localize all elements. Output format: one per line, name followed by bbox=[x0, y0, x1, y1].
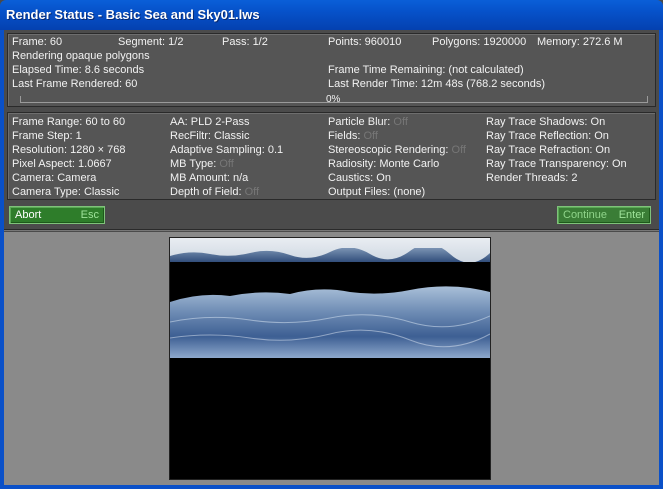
abort-shortcut: Esc bbox=[80, 209, 99, 221]
elapsed-time: Elapsed Time: 8.6 seconds bbox=[12, 64, 145, 76]
setting-aa: AA: PLD 2-Pass bbox=[170, 115, 283, 129]
setting-particle-blur-value: Off bbox=[393, 116, 408, 128]
setting-caustics-label: Caustics: On bbox=[328, 172, 391, 184]
render-horizon-sea bbox=[170, 248, 490, 262]
setting-depth-of-field-label: Depth of Field: bbox=[170, 186, 245, 198]
last-render-time: Last Render Time: 12m 48s (768.2 seconds… bbox=[328, 78, 546, 90]
points-readout: Points: 960010 bbox=[328, 36, 402, 48]
continue-button-label: Continue bbox=[563, 209, 608, 221]
setting-stereoscopic-label: Stereoscopic Rendering: bbox=[328, 144, 452, 156]
frame-time-remaining: Frame Time Remaining: (not calculated) bbox=[328, 64, 524, 76]
client-area: Frame: 60 Segment: 1/2 Pass: 1/2 Points:… bbox=[4, 30, 659, 485]
setting-depth-of-field-value: Off bbox=[244, 186, 260, 198]
setting-camera: Camera: Camera bbox=[12, 172, 97, 184]
last-frame-rendered: Last Frame Rendered: 60 bbox=[12, 78, 138, 90]
setting-adaptive-sampling-label: Adaptive Sampling: 0.1 bbox=[170, 144, 284, 156]
setting-camera-type: Camera Type: Classic bbox=[12, 186, 120, 198]
setting-fields-label: Fields: bbox=[328, 130, 364, 142]
setting-stereoscopic-value: Off bbox=[451, 144, 466, 156]
memory-readout: Memory: 272.6 M bbox=[537, 36, 623, 48]
setting-rt-shadows: Ray Trace Shadows: On bbox=[486, 116, 606, 128]
settings-column-2: AA: PLD 2-Pass RecFiltr: Classic Adaptiv… bbox=[170, 115, 283, 199]
abort-button-label: Abort bbox=[15, 209, 42, 221]
setting-mb-type-label: MB Type: bbox=[170, 158, 220, 170]
setting-resolution: Resolution: 1280 × 768 bbox=[12, 144, 126, 156]
setting-mb-type-value: Off bbox=[219, 158, 234, 170]
window-frame-right bbox=[659, 30, 663, 489]
setting-mb-type: MB Type: Off bbox=[170, 157, 283, 171]
setting-fields-value: Off bbox=[363, 130, 378, 142]
render-preview-image bbox=[169, 237, 491, 480]
polygons-readout: Polygons: 1920000 bbox=[432, 36, 527, 48]
frame-readout: Frame: 60 bbox=[12, 36, 63, 48]
settings-column-1: Frame Range: 60 to 60 Frame Step: 1 Reso… bbox=[12, 115, 125, 199]
setting-mb-amount-label: MB Amount: n/a bbox=[170, 172, 249, 184]
setting-caustics: Caustics: On bbox=[328, 171, 466, 185]
setting-radiosity: Radiosity: Monte Carlo bbox=[328, 157, 466, 171]
setting-pixel-aspect: Pixel Aspect: 1.0667 bbox=[12, 158, 112, 170]
setting-mb-amount: MB Amount: n/a bbox=[170, 171, 283, 185]
segment-readout: Segment: 1/2 bbox=[118, 36, 184, 48]
setting-recfiltr-label: RecFiltr: Classic bbox=[170, 130, 250, 142]
setting-particle-blur: Particle Blur: Off bbox=[328, 115, 466, 129]
pass-readout: Pass: 1/2 bbox=[222, 36, 268, 48]
window-title: Render Status - Basic Sea and Sky01.lws bbox=[6, 7, 260, 22]
status-panel: Frame: 60 Segment: 1/2 Pass: 1/2 Points:… bbox=[7, 33, 656, 107]
progress-percent: 0% bbox=[326, 94, 341, 105]
setting-render-threads: Render Threads: 2 bbox=[486, 172, 578, 184]
setting-rt-transparency: Ray Trace Transparency: On bbox=[486, 158, 627, 170]
setting-frame-range: Frame Range: 60 to 60 bbox=[12, 116, 126, 128]
setting-output-files: Output Files: (none) bbox=[328, 185, 466, 199]
setting-rt-reflection: Ray Trace Reflection: On bbox=[486, 130, 609, 142]
setting-aa-label: AA: PLD 2-Pass bbox=[170, 116, 250, 128]
render-sea-band bbox=[170, 286, 490, 358]
abort-button[interactable]: Abort Esc bbox=[9, 206, 105, 224]
setting-output-files-label: Output Files: (none) bbox=[328, 186, 426, 198]
activity-text: Rendering opaque polygons bbox=[12, 50, 150, 62]
setting-radiosity-label: Radiosity: Monte Carlo bbox=[328, 158, 440, 170]
continue-shortcut: Enter bbox=[618, 209, 645, 221]
render-viewer bbox=[4, 232, 659, 485]
setting-adaptive-sampling: Adaptive Sampling: 0.1 bbox=[170, 143, 283, 157]
setting-fields: Fields: Off bbox=[328, 129, 466, 143]
setting-particle-blur-label: Particle Blur: bbox=[328, 116, 394, 128]
settings-column-3: Particle Blur: Off Fields: Off Stereosco… bbox=[328, 115, 466, 199]
setting-frame-step: Frame Step: 1 bbox=[12, 130, 82, 142]
setting-rt-refraction: Ray Trace Refraction: On bbox=[486, 144, 611, 156]
settings-panel: Frame Range: 60 to 60 Frame Step: 1 Reso… bbox=[7, 112, 656, 200]
continue-button[interactable]: Continue Enter bbox=[557, 206, 651, 224]
render-status-window: Render Status - Basic Sea and Sky01.lws … bbox=[0, 0, 663, 489]
setting-stereoscopic: Stereoscopic Rendering: Off bbox=[328, 143, 466, 157]
title-bar[interactable]: Render Status - Basic Sea and Sky01.lws bbox=[0, 0, 663, 30]
setting-depth-of-field: Depth of Field: Off bbox=[170, 185, 283, 199]
panel-separator bbox=[4, 229, 659, 231]
settings-column-4: Ray Trace Shadows: On Ray Trace Reflecti… bbox=[486, 115, 627, 185]
window-frame-bottom bbox=[0, 485, 663, 489]
setting-recfiltr: RecFiltr: Classic bbox=[170, 129, 283, 143]
